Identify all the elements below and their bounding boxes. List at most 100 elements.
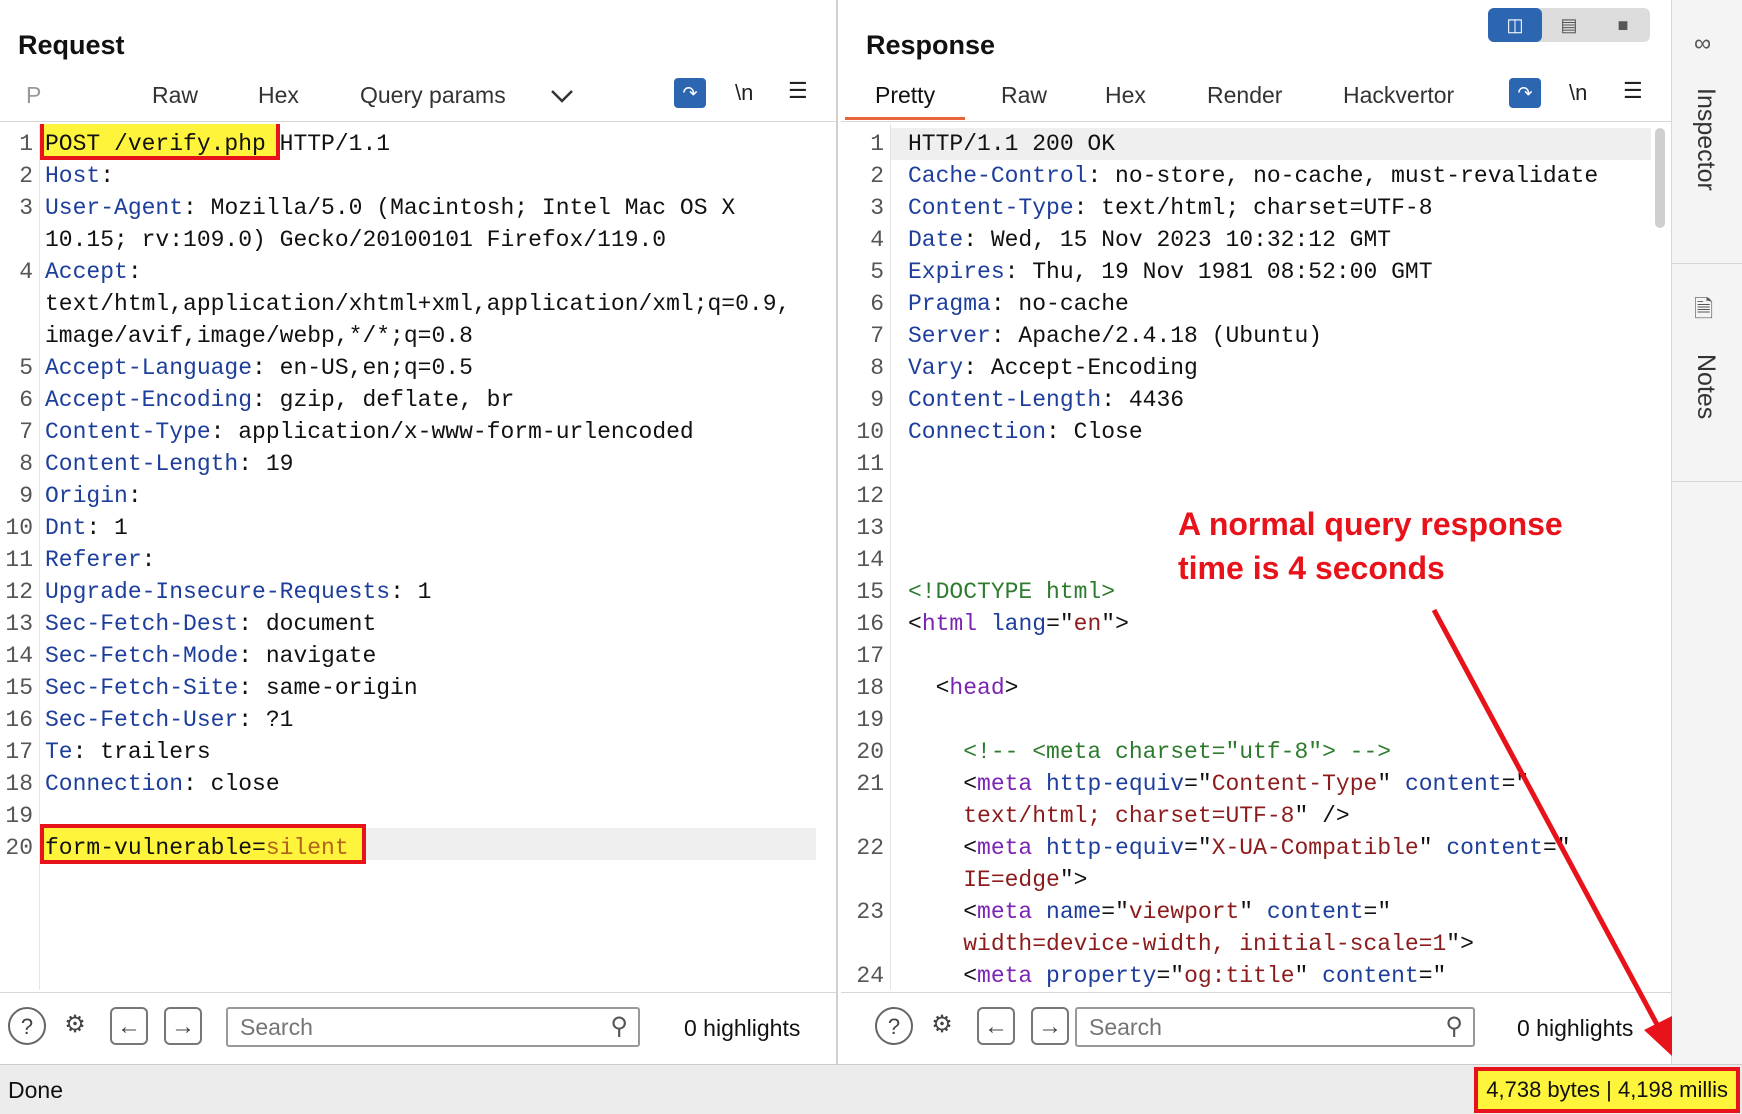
line-number: 7: [870, 323, 884, 349]
code-line: width=device-width, initial-scale=1">: [908, 928, 1474, 960]
code-token: text/html,application/xhtml+xml,applicat…: [45, 291, 791, 317]
line-number: 13: [5, 611, 33, 637]
code-line: Te: trailers: [45, 736, 211, 768]
code-line: <meta property="og:title" content=": [908, 960, 1446, 990]
search-icon: ⚲: [610, 1013, 628, 1040]
request-editor[interactable]: 1 2 3 4 5 6 7 8 9 10 11 12 13 14 15 16 17 18 19 20 POST /ve…: [0, 124, 836, 990]
code-line: Server: Apache/2.4.18 (Ubuntu): [908, 320, 1322, 352]
code-token: Content-Length: [45, 451, 239, 477]
help-icon[interactable]: ?: [875, 1007, 913, 1045]
code-token: : 1: [390, 579, 432, 605]
gear-icon[interactable]: ⚙: [56, 1007, 94, 1045]
wrap-lines-icon[interactable]: ↷: [674, 78, 706, 108]
code-token: <!DOCTYPE html>: [908, 579, 1116, 605]
request-panel: Request P Raw Hex Query params ↷ \n ☰ 12…: [0, 0, 838, 1064]
newline-toggle[interactable]: \n: [735, 80, 753, 106]
code-token: : gzip, deflate, br: [252, 387, 515, 413]
code-token: meta: [977, 963, 1033, 989]
line-number: 18: [5, 771, 33, 797]
line-number: 16: [856, 611, 884, 637]
tab-pretty[interactable]: Pretty: [845, 82, 966, 120]
line-number: 17: [5, 739, 33, 765]
code-line: text/html; charset=UTF-8" />: [908, 800, 1350, 832]
hamburger-menu-icon[interactable]: ☰: [1623, 78, 1643, 104]
newline-toggle[interactable]: \n: [1569, 80, 1587, 106]
tab-hackvertor[interactable]: Hackvertor: [1343, 82, 1454, 109]
line-number: 17: [856, 643, 884, 669]
code-token: : close: [183, 771, 280, 797]
tab-raw[interactable]: Raw: [1001, 82, 1047, 109]
code-line: Accept-Encoding: gzip, deflate, br: [45, 384, 514, 416]
code-token: : en-US,en;q=0.5: [252, 355, 473, 381]
sidebar-item-inspector[interactable]: ∞ Inspector: [1672, 0, 1742, 264]
line-number: 20: [5, 835, 33, 861]
code-token: Content-Type: [908, 195, 1074, 221]
line-number: 21: [856, 771, 884, 797]
code-token: ": [1377, 771, 1405, 797]
arrow-right-icon[interactable]: →: [164, 1007, 202, 1045]
code-token: Origin: [45, 483, 128, 509]
vertical-scrollbar[interactable]: [1655, 128, 1665, 228]
code-token: : 1: [86, 515, 128, 541]
code-token: : ?1: [238, 707, 294, 733]
code-token: <: [908, 675, 950, 701]
code-token: Sec-Fetch-Site: [45, 675, 239, 701]
code-token: =": [1046, 611, 1074, 637]
code-token: form-vulnerable=: [45, 835, 266, 861]
code-token: " />: [1294, 803, 1350, 829]
code-line: Accept-Language: en-US,en;q=0.5: [45, 352, 473, 384]
status-bar: Done 4,738 bytes | 4,198 millis: [0, 1064, 1742, 1114]
tab-hex[interactable]: Hex: [258, 82, 299, 109]
wrap-lines-icon[interactable]: ↷: [1509, 78, 1541, 108]
code-token: =": [1363, 899, 1392, 925]
help-icon[interactable]: ?: [8, 1007, 46, 1045]
layout-side-by-side-icon[interactable]: ◫: [1488, 8, 1542, 42]
code-token: =": [1501, 771, 1530, 797]
tab-raw[interactable]: Raw: [152, 82, 198, 109]
tab-pretty-partial[interactable]: P: [26, 82, 41, 109]
code-token: Connection: [45, 771, 184, 797]
code-token: en: [1073, 611, 1102, 637]
code-token: <: [908, 771, 978, 797]
arrow-left-icon[interactable]: ←: [110, 1007, 148, 1045]
chevron-down-icon[interactable]: [550, 84, 574, 110]
code-token: : application/x-www-form-urlencoded: [210, 419, 694, 445]
line-number: 6: [19, 387, 33, 413]
layout-single-icon[interactable]: ■: [1596, 8, 1650, 42]
hamburger-menu-icon[interactable]: ☰: [788, 78, 808, 104]
arrow-left-icon[interactable]: ←: [977, 1007, 1015, 1045]
line-number: 14: [856, 547, 884, 573]
code-line: Accept:: [45, 256, 142, 288]
request-search-field[interactable]: ⚲: [226, 1007, 640, 1047]
gear-icon[interactable]: ⚙: [923, 1007, 961, 1045]
code-token: 10.15; rv:109.0) Gecko/20100101 Firefox/…: [45, 227, 667, 253]
code-token: >: [1004, 675, 1019, 701]
line-number: 11: [856, 451, 884, 477]
sidebar-item-notes[interactable]: 🗎 Notes: [1672, 264, 1742, 482]
code-token: lang: [990, 611, 1047, 637]
line-number: 1: [870, 131, 884, 157]
code-line: Cache-Control: no-store, no-cache, must-…: [908, 160, 1598, 192]
code-token: Pragma: [908, 291, 991, 317]
code-token: property: [1046, 963, 1157, 989]
tab-query-params[interactable]: Query params: [360, 82, 506, 109]
line-number: 10: [856, 419, 884, 445]
arrow-right-icon[interactable]: →: [1031, 1007, 1069, 1045]
code-line: User-Agent: Mozilla/5.0 (Macintosh; Inte…: [45, 192, 735, 224]
response-search-field[interactable]: ⚲: [1075, 1007, 1475, 1047]
layout-stacked-icon[interactable]: ▤: [1542, 8, 1596, 42]
code-line: 10.15; rv:109.0) Gecko/20100101 Firefox/…: [45, 224, 666, 256]
request-search-input[interactable]: [228, 1009, 638, 1045]
code-token: : navigate: [238, 643, 377, 669]
code-token: <: [908, 611, 922, 637]
line-number: 23: [856, 899, 884, 925]
code-token: viewport: [1128, 899, 1240, 925]
tab-hex[interactable]: Hex: [1105, 82, 1146, 109]
code-line: Content-Length: 19: [45, 448, 293, 480]
response-search-input[interactable]: [1077, 1009, 1473, 1045]
tab-render[interactable]: Render: [1207, 82, 1282, 109]
code-line: Dnt: 1: [45, 512, 128, 544]
code-line: IE=edge">: [908, 864, 1087, 896]
code-token: meta: [977, 835, 1033, 861]
